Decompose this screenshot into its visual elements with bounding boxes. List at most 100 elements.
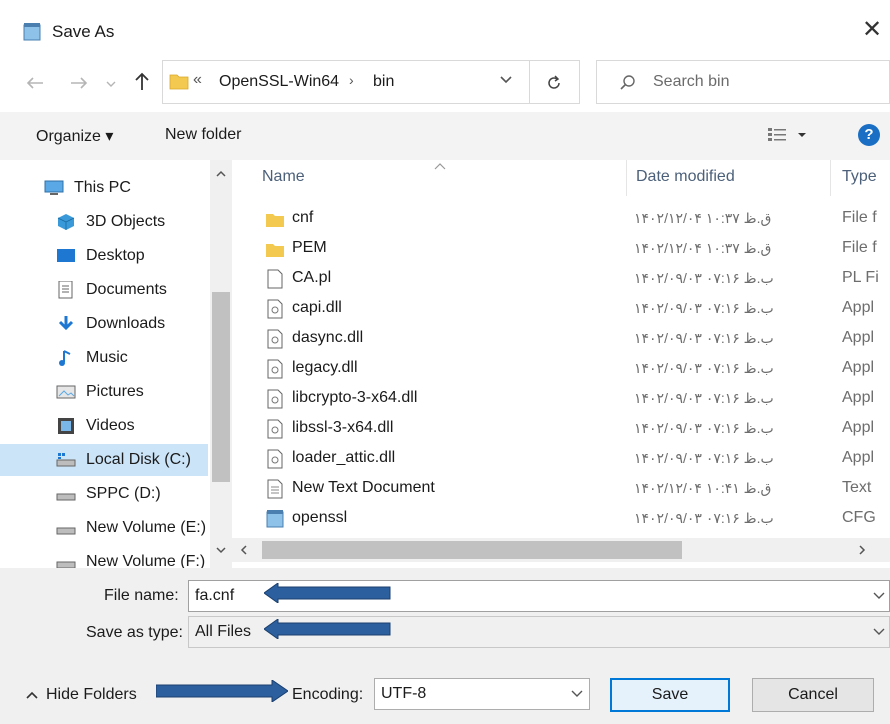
dll-icon — [267, 299, 283, 319]
sidebar-item-this-pc[interactable]: This PC — [0, 172, 208, 204]
file-type: PL Fi — [842, 269, 879, 286]
file-row[interactable]: legacy.dll ۱۴۰۲/۰۹/۰۳ ب.ظ ۰۷:۱۶ Appl — [232, 354, 890, 384]
documents-icon — [58, 281, 73, 299]
pictures-icon — [56, 385, 76, 399]
view-details-icon — [768, 128, 806, 141]
annotation-arrow-left-icon — [264, 583, 391, 603]
up-arrow-icon[interactable] — [134, 71, 150, 91]
file-type: File f — [842, 209, 877, 226]
sidebar-item-label: Downloads — [86, 315, 166, 332]
file-row[interactable]: openssl ۱۴۰۲/۰۹/۰۳ ب.ظ ۰۷:۱۶ CFG — [232, 504, 890, 534]
scroll-up-icon[interactable] — [216, 170, 226, 178]
file-row[interactable]: New Text Document ۱۴۰۲/۱۲/۰۴ ق.ظ ۱۰:۴۱ T… — [232, 474, 890, 504]
sidebar-item-downloads[interactable]: Downloads — [0, 308, 208, 340]
file-name-label: File name: — [104, 587, 179, 604]
dll-icon — [267, 329, 283, 349]
file-date: ۱۴۰۲/۰۹/۰۳ ب.ظ ۰۷:۱۶ — [634, 420, 774, 436]
save-button[interactable]: Save — [610, 678, 730, 712]
file-type: CFG — [842, 509, 876, 526]
sidebar-item-new-volume-e[interactable]: New Volume (E:) — [0, 512, 208, 544]
column-header-name[interactable]: Name — [262, 168, 305, 186]
sidebar-item-label: This PC — [74, 179, 131, 196]
column-header-date-modified[interactable]: Date modified — [636, 168, 735, 186]
chevron-down-icon[interactable] — [873, 627, 885, 635]
sidebar-item-3d-objects[interactable]: 3D Objects — [0, 206, 208, 238]
chevron-down-icon[interactable] — [873, 591, 885, 599]
cancel-button[interactable]: Cancel — [752, 678, 874, 712]
address-bar[interactable]: « OpenSSL-Win64 › bin — [162, 60, 530, 104]
sidebar-item-new-volume-f[interactable]: New Volume (F:) — [0, 546, 208, 568]
sidebar-item-local-disk-c[interactable]: Local Disk (C:) — [0, 444, 208, 476]
text-file-icon — [267, 479, 283, 499]
cube-icon — [57, 214, 75, 230]
file-icon — [267, 269, 283, 289]
sidebar-item-label: SPPC (D:) — [86, 485, 161, 502]
change-view-button[interactable] — [766, 125, 814, 150]
sidebar-item-label: 3D Objects — [86, 213, 166, 230]
chevron-up-icon — [26, 691, 38, 699]
scroll-right-icon[interactable] — [858, 545, 866, 555]
column-header-type[interactable]: Type — [842, 168, 877, 186]
horizontal-scroll-thumb[interactable] — [262, 541, 682, 559]
file-type: Appl — [842, 389, 875, 406]
file-row[interactable]: cnf ۱۴۰۲/۱۲/۰۴ ق.ظ ۱۰:۳۷ File f — [232, 204, 890, 234]
file-name: capi.dll — [292, 299, 342, 316]
breadcrumb-openssl-win64[interactable]: OpenSSL-Win64 — [219, 73, 339, 91]
file-type: Appl — [842, 449, 875, 466]
file-name: CA.pl — [292, 269, 332, 286]
column-divider[interactable] — [830, 160, 831, 196]
drive-icon — [56, 493, 76, 501]
file-row[interactable]: PEM ۱۴۰۲/۱۲/۰۴ ق.ظ ۱۰:۳۷ File f — [232, 234, 890, 264]
sidebar-item-videos[interactable]: Videos — [0, 410, 208, 442]
chevron-down-icon[interactable] — [499, 75, 513, 85]
forward-arrow-icon[interactable] — [70, 76, 88, 90]
breadcrumb-bin[interactable]: bin — [373, 73, 394, 91]
dll-icon — [267, 359, 283, 379]
file-row[interactable]: loader_attic.dll ۱۴۰۲/۰۹/۰۳ ب.ظ ۰۷:۱۶ Ap… — [232, 444, 890, 474]
file-name: libssl-3-x64.dll — [292, 419, 394, 436]
sidebar-item-music[interactable]: Music — [0, 342, 208, 374]
annotation-arrow-right-icon — [156, 680, 288, 702]
chevron-down-icon[interactable] — [571, 689, 583, 697]
column-divider[interactable] — [626, 160, 627, 196]
horizontal-scrollbar[interactable] — [232, 538, 890, 562]
file-row[interactable]: capi.dll ۱۴۰۲/۰۹/۰۳ ب.ظ ۰۷:۱۶ Appl — [232, 294, 890, 324]
file-type: Appl — [842, 329, 875, 346]
file-row[interactable]: dasync.dll ۱۴۰۲/۰۹/۰۳ ب.ظ ۰۷:۱۶ Appl — [232, 324, 890, 354]
file-row[interactable]: CA.pl ۱۴۰۲/۰۹/۰۳ ب.ظ ۰۷:۱۶ PL Fi — [232, 264, 890, 294]
help-button[interactable]: ? — [858, 124, 880, 146]
new-folder-button[interactable]: New folder — [165, 126, 241, 144]
sidebar-item-desktop[interactable]: Desktop — [0, 240, 208, 272]
file-name: legacy.dll — [292, 359, 358, 376]
desktop-icon — [57, 249, 75, 262]
refresh-button[interactable] — [530, 60, 580, 104]
search-box[interactable]: Search bin — [596, 60, 890, 104]
file-row[interactable]: libcrypto-3-x64.dll ۱۴۰۲/۰۹/۰۳ ب.ظ ۰۷:۱۶… — [232, 384, 890, 414]
hide-folders-button[interactable]: Hide Folders — [26, 686, 137, 704]
sidebar-item-sppc-d[interactable]: SPPC (D:) — [0, 478, 208, 510]
scroll-down-icon[interactable] — [216, 546, 226, 554]
close-button[interactable]: ✕ — [862, 18, 882, 42]
back-arrow-icon[interactable] — [26, 76, 44, 90]
title-bar: Save As ✕ — [0, 0, 890, 62]
file-date: ۱۴۰۲/۰۹/۰۳ ب.ظ ۰۷:۱۶ — [634, 330, 774, 346]
file-name: loader_attic.dll — [292, 449, 396, 466]
sidebar-scroll-thumb[interactable] — [212, 292, 230, 482]
sidebar-item-pictures[interactable]: Pictures — [0, 376, 208, 408]
save-type-value: All Files — [195, 623, 252, 640]
save-type-label: Save as type: — [86, 624, 183, 641]
sidebar-item-documents[interactable]: Documents — [0, 274, 208, 306]
scroll-left-icon[interactable] — [240, 545, 248, 555]
sidebar-item-label: Videos — [86, 417, 135, 434]
videos-icon — [58, 418, 74, 434]
refresh-icon — [548, 75, 560, 89]
file-type: Appl — [842, 359, 875, 376]
recent-locations-chevron-icon[interactable] — [106, 80, 116, 88]
breadcrumb-overflow[interactable]: « — [193, 71, 202, 89]
file-row[interactable]: libssl-3-x64.dll ۱۴۰۲/۰۹/۰۳ ب.ظ ۰۷:۱۶ Ap… — [232, 414, 890, 444]
breadcrumb-separator[interactable]: › — [349, 72, 354, 88]
search-input[interactable]: Search bin — [653, 73, 730, 91]
encoding-select[interactable]: UTF-8 — [374, 678, 590, 710]
sidebar-item-label: Local Disk (C:) — [86, 451, 191, 468]
organize-button[interactable]: Organize ▾ — [36, 126, 113, 146]
